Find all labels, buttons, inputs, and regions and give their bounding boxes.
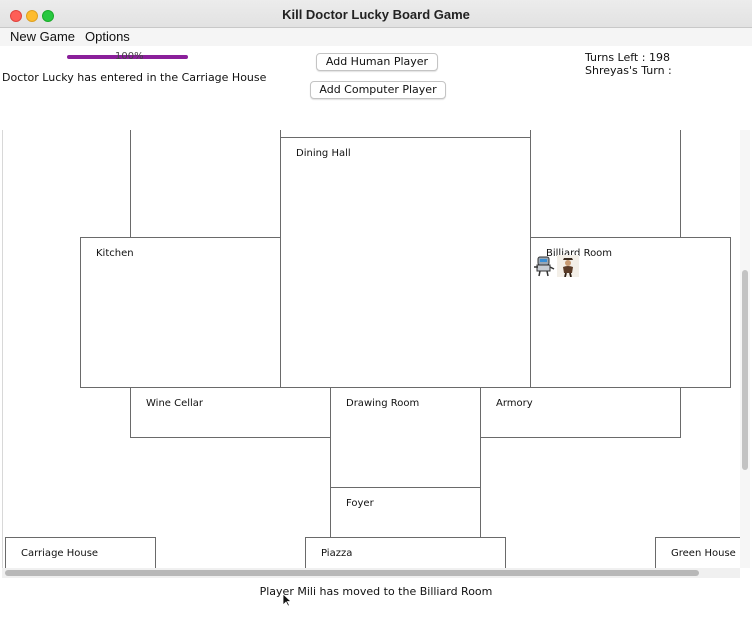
room-label: Armory (496, 398, 533, 409)
room-label: Green House (671, 548, 736, 559)
current-turn-label: Shreyas's Turn : (585, 64, 672, 77)
menu-options[interactable]: Options (85, 29, 130, 44)
status-message: Player Mili has moved to the Billiard Ro… (259, 585, 493, 598)
room-label: Wine Cellar (146, 398, 204, 409)
doctor-lucky-health-label: 100% (115, 51, 144, 62)
room-label: Drawing Room (346, 398, 420, 409)
room-upper-left[interactable] (130, 130, 281, 238)
add-computer-player-button[interactable]: Add Computer Player (310, 81, 446, 99)
room-upper-right[interactable] (530, 130, 681, 238)
horizontal-scrollbar[interactable] (2, 568, 740, 578)
game-board[interactable]: Dining Hall Kitchen Billiard Room Wine C… (2, 130, 740, 568)
room-carriage-house[interactable]: Carriage House (5, 537, 156, 568)
room-label: Foyer (346, 498, 374, 509)
room-label: Piazza (321, 548, 353, 559)
room-green-house[interactable]: Green House (655, 537, 740, 568)
room-drawing-room[interactable]: Drawing Room (330, 387, 481, 488)
room-piazza[interactable]: Piazza (305, 537, 506, 568)
room-kitchen[interactable]: Kitchen (80, 237, 281, 388)
room-wine-cellar[interactable]: Wine Cellar (130, 387, 331, 438)
turns-left-label: Turns Left : 198 (585, 51, 670, 64)
menu-bar: New Game Options (0, 28, 752, 46)
room-label: Dining Hall (296, 148, 351, 159)
human-player-icon[interactable] (557, 255, 579, 277)
robot-player-icon[interactable] (533, 255, 555, 277)
room-billiard-room[interactable]: Billiard Room (530, 237, 731, 388)
mouse-pointer-icon (282, 593, 292, 607)
vertical-scroll-thumb[interactable] (742, 270, 748, 470)
room-foyer[interactable]: Foyer (330, 487, 481, 538)
vertical-scrollbar[interactable] (740, 130, 750, 568)
window-title: Kill Doctor Lucky Board Game (282, 7, 470, 22)
menu-new-game[interactable]: New Game (10, 29, 75, 44)
doctor-lucky-message: Doctor Lucky has entered in the Carriage… (2, 71, 267, 84)
window-titlebar: Kill Doctor Lucky Board Game (0, 0, 752, 28)
room-label: Carriage House (21, 548, 99, 559)
horizontal-scroll-thumb[interactable] (5, 570, 699, 576)
player-tokens (533, 255, 579, 277)
room-label: Kitchen (96, 248, 134, 259)
room-dining-hall[interactable]: Dining Hall (280, 137, 531, 388)
add-human-player-button[interactable]: Add Human Player (316, 53, 438, 71)
room-armory[interactable]: Armory (480, 387, 681, 438)
